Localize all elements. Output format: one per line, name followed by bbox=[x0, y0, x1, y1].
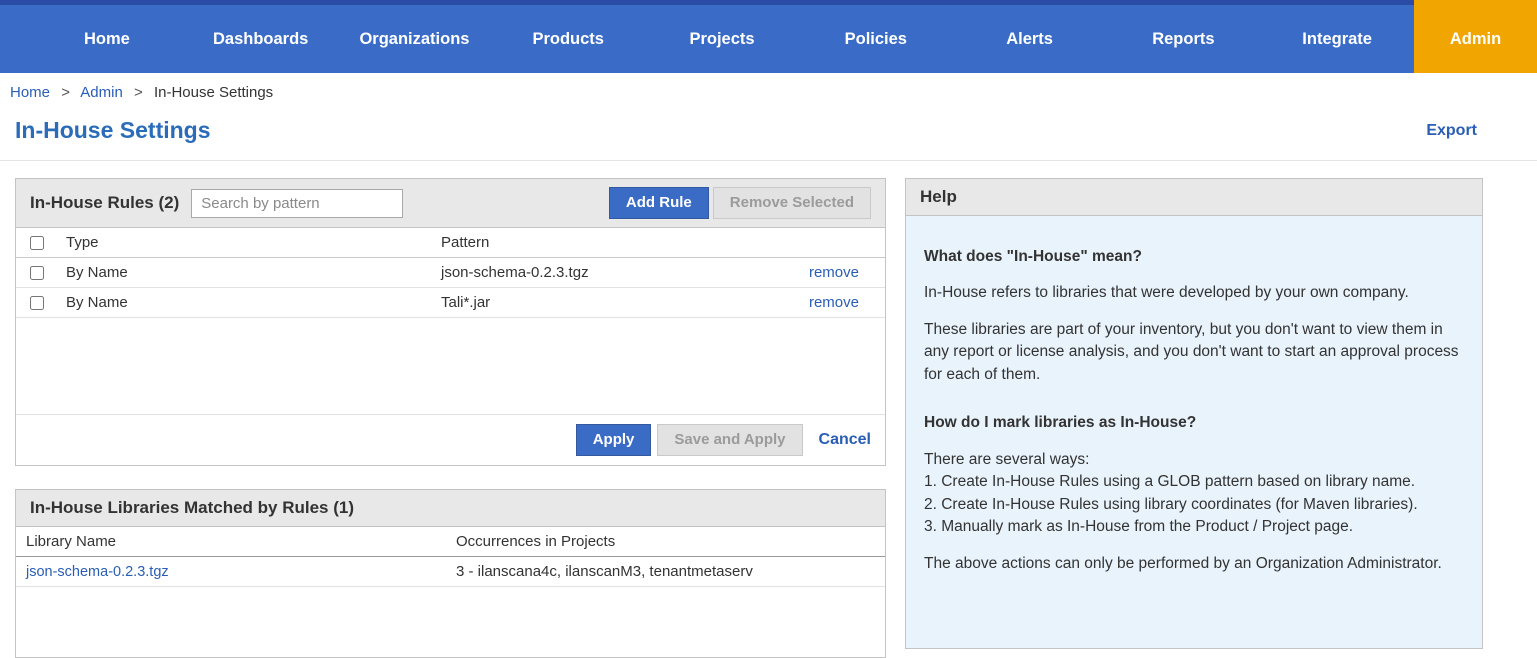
main-content: In-House Rules (2) Add Rule Remove Selec… bbox=[0, 161, 1537, 658]
matched-libraries-panel: In-House Libraries Matched by Rules (1) … bbox=[15, 489, 886, 658]
rules-table: Type Pattern By Name json-schema-0.2.3.t… bbox=[16, 228, 885, 318]
cancel-link[interactable]: Cancel bbox=[819, 431, 871, 449]
main-nav: Home Dashboards Organizations Products P… bbox=[0, 5, 1537, 73]
rules-panel-title: In-House Rules (2) bbox=[30, 193, 179, 213]
rule-pattern: json-schema-0.2.3.tgz bbox=[431, 258, 775, 288]
rules-header-buttons: Add Rule Remove Selected bbox=[609, 187, 871, 219]
nav-item-projects[interactable]: Projects bbox=[645, 5, 799, 73]
nav-item-organizations[interactable]: Organizations bbox=[338, 5, 492, 73]
add-rule-button[interactable]: Add Rule bbox=[609, 187, 709, 219]
nav-item-alerts[interactable]: Alerts bbox=[953, 5, 1107, 73]
breadcrumb-admin-link[interactable]: Admin bbox=[80, 84, 123, 101]
type-column-header: Type bbox=[56, 228, 431, 258]
occurrences-column-header: Occurrences in Projects bbox=[446, 527, 885, 557]
right-column: Help What does "In-House" mean? In-House… bbox=[905, 178, 1483, 649]
nav-item-policies[interactable]: Policies bbox=[799, 5, 953, 73]
save-and-apply-button[interactable]: Save and Apply bbox=[657, 424, 802, 456]
nav-item-reports[interactable]: Reports bbox=[1106, 5, 1260, 73]
libraries-empty-space bbox=[16, 587, 885, 657]
help-question-heading: How do I mark libraries as In-House? bbox=[924, 412, 1464, 434]
rule-pattern: Tali*.jar bbox=[431, 288, 775, 318]
breadcrumb-home-link[interactable]: Home bbox=[10, 84, 50, 101]
rule-type: By Name bbox=[56, 288, 431, 318]
nav-item-products[interactable]: Products bbox=[491, 5, 645, 73]
help-panel-title: Help bbox=[920, 187, 957, 207]
breadcrumb-separator: > bbox=[61, 84, 70, 101]
remove-rule-link[interactable]: remove bbox=[809, 294, 859, 311]
page-title: In-House Settings bbox=[15, 117, 211, 144]
nav-item-integrate[interactable]: Integrate bbox=[1260, 5, 1414, 73]
pattern-column-header: Pattern bbox=[431, 228, 775, 258]
help-step-line: 2. Create In-House Rules using library c… bbox=[924, 494, 1464, 516]
help-step-line: 1. Create In-House Rules using a GLOB pa… bbox=[924, 471, 1464, 493]
libraries-table-header-row: Library Name Occurrences in Projects bbox=[16, 527, 885, 557]
table-row: By Name Tali*.jar remove bbox=[16, 288, 885, 318]
page-header: In-House Settings Export bbox=[0, 107, 1537, 161]
row-checkbox[interactable] bbox=[30, 296, 44, 310]
select-all-checkbox[interactable] bbox=[30, 236, 44, 250]
rules-table-header-row: Type Pattern bbox=[16, 228, 885, 258]
rules-panel-footer: Apply Save and Apply Cancel bbox=[16, 414, 885, 465]
breadcrumb: Home > Admin > In-House Settings bbox=[0, 73, 1537, 107]
libraries-table: Library Name Occurrences in Projects jso… bbox=[16, 527, 885, 587]
help-paragraph: These libraries are part of your invento… bbox=[924, 319, 1464, 386]
library-name-link[interactable]: json-schema-0.2.3.tgz bbox=[26, 564, 169, 580]
help-content: What does "In-House" mean? In-House refe… bbox=[906, 216, 1482, 648]
libraries-panel-header: In-House Libraries Matched by Rules (1) bbox=[16, 490, 885, 527]
help-paragraph: In-House refers to libraries that were d… bbox=[924, 282, 1464, 304]
table-row: json-schema-0.2.3.tgz 3 - ilanscana4c, i… bbox=[16, 557, 885, 587]
export-link[interactable]: Export bbox=[1426, 122, 1477, 140]
help-question-heading: What does "In-House" mean? bbox=[924, 246, 1464, 268]
help-panel: Help What does "In-House" mean? In-House… bbox=[905, 178, 1483, 649]
nav-item-home[interactable]: Home bbox=[30, 5, 184, 73]
help-step-line: 3. Manually mark as In-House from the Pr… bbox=[924, 516, 1464, 538]
help-panel-header: Help bbox=[906, 179, 1482, 216]
remove-selected-button[interactable]: Remove Selected bbox=[713, 187, 871, 219]
help-step-line: There are several ways: bbox=[924, 449, 1464, 471]
remove-rule-link[interactable]: remove bbox=[809, 264, 859, 281]
search-pattern-input[interactable] bbox=[191, 189, 403, 218]
rules-empty-space bbox=[16, 318, 885, 414]
row-checkbox[interactable] bbox=[30, 266, 44, 280]
help-paragraph: The above actions can only be performed … bbox=[924, 553, 1464, 575]
table-row: By Name json-schema-0.2.3.tgz remove bbox=[16, 258, 885, 288]
breadcrumb-separator: > bbox=[134, 84, 143, 101]
libraries-panel-title: In-House Libraries Matched by Rules (1) bbox=[30, 498, 354, 518]
nav-item-dashboards[interactable]: Dashboards bbox=[184, 5, 338, 73]
rule-type: By Name bbox=[56, 258, 431, 288]
apply-button[interactable]: Apply bbox=[576, 424, 652, 456]
in-house-rules-panel: In-House Rules (2) Add Rule Remove Selec… bbox=[15, 178, 886, 466]
help-steps-list: There are several ways: 1. Create In-Hou… bbox=[924, 449, 1464, 539]
nav-item-admin[interactable]: Admin bbox=[1414, 5, 1537, 73]
left-column: In-House Rules (2) Add Rule Remove Selec… bbox=[15, 178, 886, 658]
rules-panel-header: In-House Rules (2) Add Rule Remove Selec… bbox=[16, 179, 885, 228]
library-name-column-header: Library Name bbox=[16, 527, 446, 557]
breadcrumb-current: In-House Settings bbox=[154, 84, 273, 101]
library-occurrences: 3 - ilanscana4c, ilanscanM3, tenantmetas… bbox=[446, 557, 885, 587]
actions-column-header bbox=[775, 228, 885, 258]
